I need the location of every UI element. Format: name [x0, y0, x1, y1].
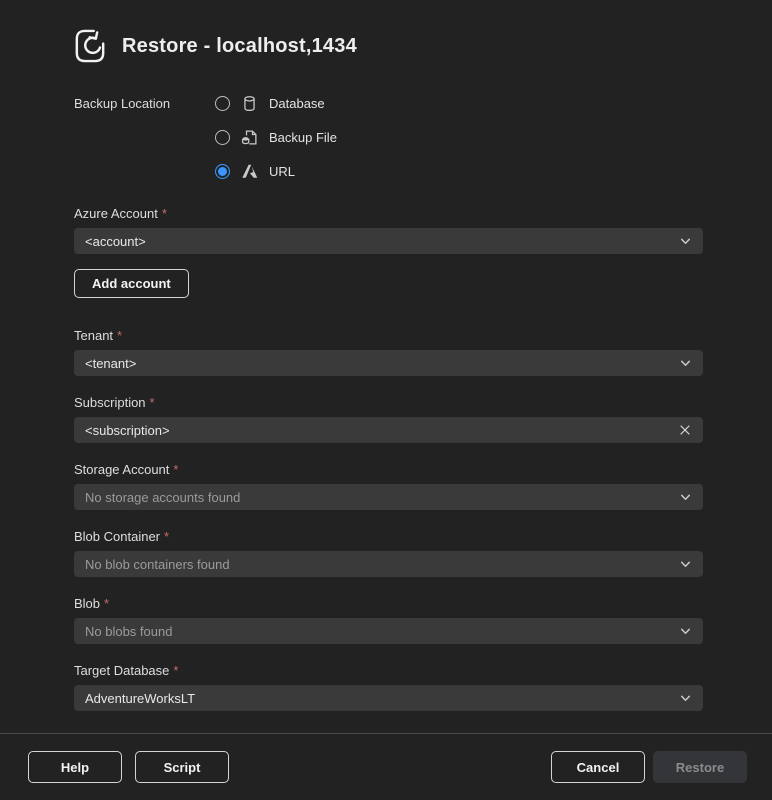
required-asterisk: *	[162, 206, 167, 221]
backup-file-icon	[241, 129, 258, 146]
chevron-down-icon	[679, 625, 692, 638]
radio-selected-icon[interactable]	[215, 164, 230, 179]
field-label: Storage Account*	[74, 462, 703, 477]
chevron-down-icon	[679, 558, 692, 571]
tenant-dropdown[interactable]: <tenant>	[74, 350, 703, 376]
database-restore-icon	[74, 28, 106, 64]
required-asterisk: *	[164, 529, 169, 544]
cancel-button[interactable]: Cancel	[551, 751, 645, 783]
field-subscription: Subscription* <subscription>	[74, 395, 703, 443]
field-label: Blob*	[74, 596, 703, 611]
radio-label: Database	[269, 96, 325, 111]
dropdown-value: No blobs found	[85, 624, 172, 639]
chevron-down-icon	[679, 235, 692, 248]
field-azure-account: Azure Account* <account>	[74, 206, 703, 254]
required-asterisk: *	[117, 328, 122, 343]
field-target-database: Target Database* AdventureWorksLT	[74, 663, 703, 711]
dialog-content: Restore - localhost,1434 Backup Location…	[0, 0, 772, 733]
storage-account-dropdown: No storage accounts found	[74, 484, 703, 510]
radio-unselected-icon[interactable]	[215, 130, 230, 145]
radio-option-backup-file[interactable]: Backup File	[215, 127, 337, 147]
field-label: Subscription*	[74, 395, 703, 410]
azure-icon	[241, 163, 258, 180]
database-icon	[241, 95, 258, 112]
restore-dialog: Restore - localhost,1434 Backup Location…	[0, 0, 772, 800]
radio-label: URL	[269, 164, 295, 179]
field-blob: Blob* No blobs found	[74, 596, 703, 644]
field-label: Tenant*	[74, 328, 703, 343]
required-asterisk: *	[173, 462, 178, 477]
help-button[interactable]: Help	[28, 751, 122, 783]
dropdown-value: <account>	[85, 234, 146, 249]
footer-right-buttons: Cancel Restore	[551, 751, 747, 783]
field-label: Azure Account*	[74, 206, 703, 221]
chevron-down-icon	[679, 491, 692, 504]
radio-option-url[interactable]: URL	[215, 161, 337, 181]
target-database-dropdown[interactable]: AdventureWorksLT	[74, 685, 703, 711]
required-asterisk: *	[104, 596, 109, 611]
input-value: <subscription>	[85, 423, 170, 438]
radio-label: Backup File	[269, 130, 337, 145]
footer-left-buttons: Help Script	[28, 751, 229, 783]
restore-button: Restore	[653, 751, 747, 783]
subscription-input[interactable]: <subscription>	[74, 417, 703, 443]
required-asterisk: *	[150, 395, 155, 410]
dropdown-value: AdventureWorksLT	[85, 691, 195, 706]
chevron-down-icon	[679, 692, 692, 705]
field-label: Blob Container*	[74, 529, 703, 544]
required-asterisk: *	[173, 663, 178, 678]
field-blob-container: Blob Container* No blob containers found	[74, 529, 703, 577]
radio-option-database[interactable]: Database	[215, 93, 337, 113]
backup-location-section: Backup Location Database	[74, 93, 703, 181]
field-storage-account: Storage Account* No storage accounts fou…	[74, 462, 703, 510]
dropdown-value: No storage accounts found	[85, 490, 240, 505]
blob-container-dropdown: No blob containers found	[74, 551, 703, 577]
dropdown-value: <tenant>	[85, 356, 136, 371]
field-tenant: Tenant* <tenant>	[74, 328, 703, 376]
backup-location-options: Database Backup File	[215, 93, 337, 181]
page-title: Restore - localhost,1434	[122, 35, 357, 58]
backup-location-label: Backup Location	[74, 93, 215, 181]
blob-dropdown: No blobs found	[74, 618, 703, 644]
chevron-down-icon	[679, 357, 692, 370]
field-label: Target Database*	[74, 663, 703, 678]
dialog-footer: Help Script Cancel Restore	[0, 733, 772, 800]
azure-account-dropdown[interactable]: <account>	[74, 228, 703, 254]
dropdown-value: No blob containers found	[85, 557, 230, 572]
script-button[interactable]: Script	[135, 751, 229, 783]
add-account-button[interactable]: Add account	[74, 269, 189, 298]
radio-unselected-icon[interactable]	[215, 96, 230, 111]
dialog-titlebar: Restore - localhost,1434	[74, 28, 703, 64]
close-icon[interactable]	[678, 423, 692, 437]
